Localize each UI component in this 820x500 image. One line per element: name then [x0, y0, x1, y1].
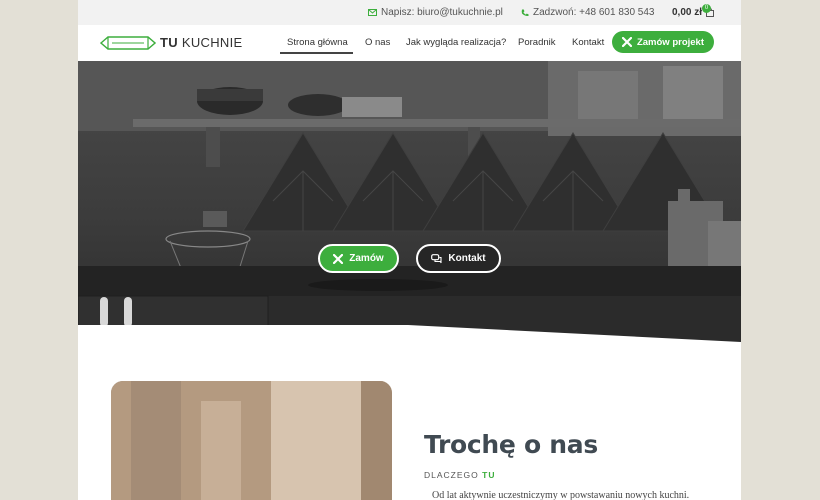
chat-bubbles-icon [431, 253, 442, 263]
nav-item-process[interactable]: Jak wygląda realizacja? [406, 37, 506, 48]
order-project-button[interactable]: Zamów projekt [612, 31, 714, 53]
logo-text: TU KUCHNIE [160, 35, 242, 50]
logo-text-light: KUCHNIE [181, 35, 243, 50]
about-subtitle-accent: TU [482, 470, 496, 480]
phone-contact-link[interactable]: Zadzwoń: +48 601 830 543 [521, 7, 654, 18]
tools-cross-icon [621, 37, 632, 47]
cart-count-badge: 0 [702, 4, 711, 13]
logo-pencil-icon [100, 35, 156, 50]
contact-button-label: Kontakt [448, 253, 486, 264]
about-title: Trochę o nas [424, 430, 598, 459]
blurred-interior-image [111, 381, 392, 500]
active-nav-indicator [280, 52, 353, 54]
nav-item-about[interactable]: O nas [365, 37, 390, 48]
site-logo[interactable]: TU KUCHNIE [100, 35, 242, 50]
nav-item-home[interactable]: Strona główna [287, 37, 348, 48]
envelope-icon [368, 9, 377, 16]
about-intro-text: Od lat aktywnie uczestniczymy w powstawa… [432, 490, 690, 500]
main-navigation: TU KUCHNIE Strona główna O nas Jak wyglą… [78, 25, 741, 61]
email-label: Napisz: biuro@tukuchnie.pl [381, 7, 503, 18]
phone-label: Zadzwoń: +48 601 830 543 [533, 7, 655, 18]
phone-icon [521, 9, 529, 16]
cart-total: 0,00 zł [672, 7, 703, 18]
order-button-label: Zamów [349, 253, 384, 264]
nav-item-contact[interactable]: Kontakt [572, 37, 604, 48]
email-contact-link[interactable]: Napisz: biuro@tukuchnie.pl [368, 7, 503, 18]
order-button[interactable]: Zamów [318, 244, 399, 273]
about-subtitle-prefix: DLACZEGO [424, 470, 479, 480]
top-info-bar: Napisz: biuro@tukuchnie.pl Zadzwoń: +48 … [78, 0, 741, 25]
tools-cross-icon [333, 253, 344, 264]
about-subtitle: DLACZEGO TU [424, 470, 495, 480]
contact-button[interactable]: Kontakt [416, 244, 501, 273]
page: Napisz: biuro@tukuchnie.pl Zadzwoń: +48 … [78, 0, 741, 500]
order-project-label: Zamów projekt [636, 36, 705, 48]
nav-item-guide[interactable]: Poradnik [518, 37, 556, 48]
kitchen-background-image [78, 61, 741, 342]
about-photo [111, 381, 392, 500]
logo-text-bold: TU [160, 35, 178, 50]
hero-banner: Zamów Kontakt [78, 61, 741, 342]
